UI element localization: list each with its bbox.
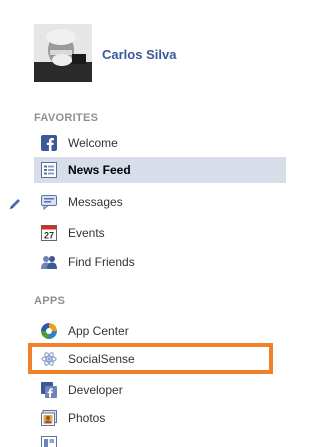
atom-icon [41, 351, 57, 367]
sidebar-item-label: Messages [68, 195, 123, 209]
profile-name[interactable]: Carlos Silva [102, 47, 176, 62]
sidebar-item-events[interactable]: 27 Events [34, 220, 286, 246]
sidebar-item-label: News Feed [68, 163, 131, 177]
messages-icon [41, 194, 57, 211]
sidebar-item-welcome[interactable]: Welcome [34, 130, 286, 156]
left-sidebar: Carlos Silva FAVORITES Welcome News Feed… [0, 0, 286, 447]
sidebar-item-messages[interactable]: Messages [34, 189, 286, 215]
sidebar-item-news-feed[interactable]: News Feed [34, 157, 286, 183]
photos-icon [41, 410, 57, 426]
app-icon[interactable] [41, 436, 57, 447]
favorites-header: FAVORITES [34, 112, 99, 124]
sidebar-item-label: App Center [68, 324, 129, 338]
app-center-icon [41, 323, 57, 339]
sidebar-item-socialsense[interactable]: SocialSense [34, 346, 286, 372]
profile-block[interactable]: Carlos Silva [34, 24, 284, 84]
sidebar-item-find-friends[interactable]: Find Friends [34, 249, 286, 275]
friends-icon [41, 254, 57, 270]
calendar-icon: 27 [41, 225, 57, 241]
edit-pencil-icon[interactable] [8, 197, 22, 211]
sidebar-item-label: Find Friends [68, 255, 135, 269]
calendar-day: 27 [44, 231, 54, 241]
facebook-icon [41, 135, 57, 151]
sidebar-item-label: Events [68, 226, 105, 240]
sidebar-item-label: SocialSense [68, 352, 135, 366]
news-feed-icon [41, 162, 57, 178]
avatar[interactable] [34, 24, 92, 82]
sidebar-item-app-center[interactable]: App Center [34, 318, 286, 344]
sidebar-item-label: Photos [68, 411, 106, 425]
sidebar-item-photos[interactable]: Photos [34, 405, 286, 431]
sidebar-item-developer[interactable]: Developer [34, 377, 286, 403]
apps-header: APPS [34, 295, 66, 307]
sidebar-item-label: Welcome [68, 136, 118, 150]
developer-icon [41, 382, 57, 398]
sidebar-item-label: Developer [68, 383, 123, 397]
